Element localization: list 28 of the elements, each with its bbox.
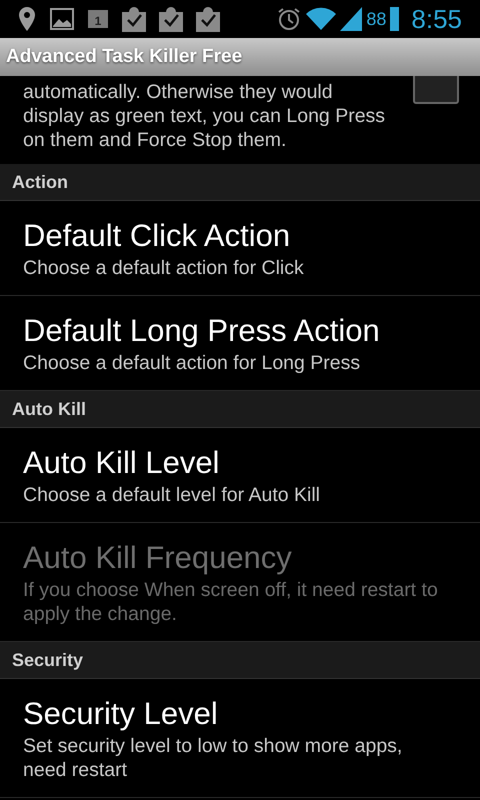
window-title: Advanced Task Killer Free (6, 44, 242, 69)
alarm-clock-icon (276, 6, 302, 32)
section-header: Auto Kill (0, 391, 480, 428)
battery-level: 88 (366, 8, 386, 30)
battery-icon (390, 7, 400, 31)
setting-summary: Choose a default level for Auto Kill (23, 483, 322, 507)
setting-title[interactable]: Security Level (23, 696, 457, 732)
clock-time: 8:55 (411, 2, 462, 36)
wifi-icon (306, 7, 336, 31)
section-header: Action (0, 164, 480, 201)
setting-summary: Choose a default action for Long Press (23, 351, 362, 375)
section-header: Security (0, 642, 480, 679)
image-icon (50, 8, 74, 30)
clipboard-check-icon (122, 6, 146, 32)
setting-summary: Set security level to low to show more apps, need restart (23, 734, 404, 782)
setting-title: Auto Kill Frequency (23, 540, 293, 576)
calendar-icon: 1 (88, 10, 108, 28)
setting-title[interactable]: Auto Kill Level (23, 445, 457, 481)
setting-summary: Choose a default action for Click (23, 256, 305, 280)
signal-icon (340, 7, 362, 31)
clipboard-check-icon (196, 6, 220, 32)
checkbox[interactable] (413, 76, 459, 104)
setting-title[interactable]: Default Click Action (23, 218, 457, 254)
setting-summary: If you choose When screen off, it need restart to apply the change. (23, 578, 439, 626)
setting-title[interactable]: Default Long Press Action (23, 313, 457, 349)
setting-summary: automatically. Otherwise they would display as green text, you can Long Press on them and Force Stop them. (23, 80, 386, 152)
location-pin-icon (18, 6, 36, 32)
clipboard-check-icon (159, 6, 183, 32)
